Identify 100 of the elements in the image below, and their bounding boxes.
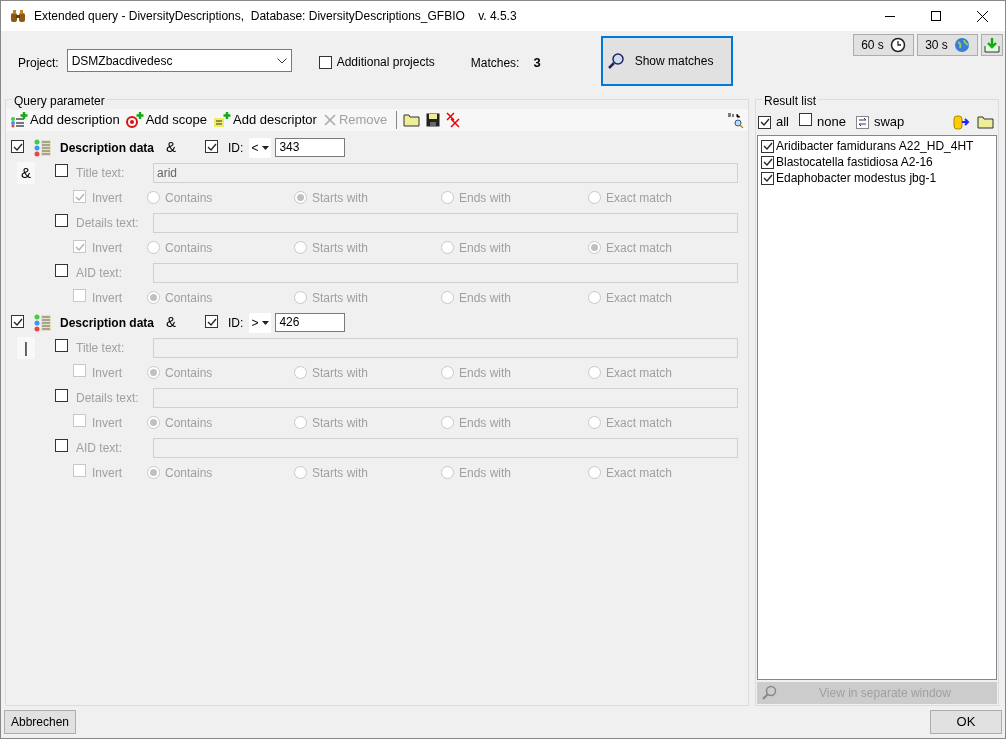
radio-button[interactable] bbox=[294, 416, 307, 429]
link-operator[interactable]: | bbox=[17, 336, 35, 359]
radio-label: Exact match bbox=[606, 364, 673, 382]
text-input[interactable] bbox=[153, 337, 738, 358]
radio-button[interactable] bbox=[147, 241, 160, 254]
folder-icon[interactable] bbox=[403, 113, 421, 127]
radio-button[interactable] bbox=[147, 366, 160, 379]
radio-button[interactable] bbox=[588, 241, 601, 254]
radio-button[interactable] bbox=[588, 416, 601, 429]
clear-icon[interactable] bbox=[446, 112, 461, 128]
text-input[interactable] bbox=[153, 387, 738, 408]
toolbar-button[interactable]: Add description bbox=[10, 110, 120, 130]
folder-icon[interactable] bbox=[977, 115, 994, 129]
radio-button[interactable] bbox=[294, 291, 307, 304]
checkbox[interactable] bbox=[205, 140, 219, 153]
radio-button[interactable] bbox=[588, 366, 601, 379]
checkbox[interactable] bbox=[799, 113, 812, 127]
invert-label: Invert bbox=[92, 414, 123, 432]
radio-button[interactable] bbox=[588, 466, 601, 479]
checkbox[interactable] bbox=[11, 140, 24, 153]
id-input[interactable]: 343 bbox=[275, 138, 346, 157]
list-plus-icon bbox=[10, 112, 28, 128]
text-input[interactable] bbox=[153, 262, 738, 283]
target-plus-icon bbox=[125, 112, 144, 128]
timer-button[interactable]: 30 s bbox=[917, 34, 978, 56]
save-icon[interactable] bbox=[426, 113, 441, 127]
operator-text[interactable]: & bbox=[166, 311, 181, 334]
radio-button[interactable] bbox=[147, 416, 160, 429]
radio-button[interactable] bbox=[294, 241, 307, 254]
toolbar-button[interactable]: Add scope bbox=[125, 110, 208, 130]
radio-button[interactable] bbox=[147, 291, 160, 304]
radio-button[interactable] bbox=[147, 466, 160, 479]
text-input[interactable] bbox=[153, 437, 738, 458]
radio-label: Starts with bbox=[312, 464, 368, 482]
text-input[interactable] bbox=[153, 212, 738, 233]
cancel-button[interactable]: Abbrechen bbox=[4, 710, 76, 734]
text-input[interactable]: arid bbox=[153, 162, 738, 183]
radio-label: Contains bbox=[165, 364, 213, 382]
radio-button[interactable] bbox=[441, 291, 454, 304]
radio-button[interactable] bbox=[294, 366, 307, 379]
checkbox[interactable] bbox=[55, 438, 68, 452]
radio-button[interactable] bbox=[441, 466, 454, 479]
radio-button[interactable] bbox=[588, 191, 601, 204]
field-label: Details text: bbox=[76, 389, 140, 407]
result-item[interactable]: Edaphobacter modestus jbg-1 bbox=[776, 169, 937, 187]
database-arrow-icon[interactable] bbox=[953, 114, 971, 130]
invert-label: Invert bbox=[92, 189, 123, 207]
sql-search-icon[interactable] bbox=[726, 112, 744, 128]
radio-button[interactable] bbox=[441, 416, 454, 429]
export-button[interactable] bbox=[981, 34, 1003, 56]
checkbox[interactable] bbox=[761, 171, 774, 185]
radio-button[interactable] bbox=[441, 191, 454, 204]
id-input[interactable]: 426 bbox=[275, 313, 346, 332]
checkbox[interactable] bbox=[55, 163, 68, 177]
radio-label: Starts with bbox=[312, 239, 368, 257]
swap-icon[interactable] bbox=[855, 115, 869, 129]
field-label: Title text: bbox=[76, 164, 126, 182]
radio-label: Contains bbox=[165, 414, 213, 432]
radio-button[interactable] bbox=[588, 291, 601, 304]
checkbox[interactable] bbox=[55, 338, 68, 352]
radio-button[interactable] bbox=[294, 466, 307, 479]
all-label[interactable]: all bbox=[776, 112, 789, 132]
show-matches-button[interactable]: Show matches bbox=[600, 36, 733, 86]
link-operator[interactable]: & bbox=[17, 161, 35, 184]
ok-button[interactable]: OK bbox=[930, 710, 1002, 734]
close-icon bbox=[322, 113, 337, 127]
timer-button[interactable]: 60 s bbox=[853, 34, 914, 56]
window-title: Extended query - DiversityDescriptions, Database: DiversityDescriptions_GFBIO v. 4.5.3 bbox=[34, 8, 517, 25]
matches-label: Matches: bbox=[470, 55, 520, 72]
project-dropdown[interactable]: DSMZbacdivedesc bbox=[66, 49, 292, 72]
result-item[interactable]: Blastocatella fastidiosa A2-16 bbox=[776, 153, 933, 171]
descriptor-plus-icon bbox=[213, 112, 232, 128]
toolbar-button[interactable]: Add descriptor bbox=[213, 110, 317, 130]
checkbox[interactable] bbox=[55, 263, 68, 277]
radio-label: Ends with bbox=[459, 239, 512, 257]
field-label: Title text: bbox=[76, 339, 126, 357]
checkbox[interactable] bbox=[55, 213, 68, 227]
none-label[interactable]: none bbox=[817, 112, 846, 132]
checkbox[interactable] bbox=[318, 55, 332, 69]
radio-label: Exact match bbox=[606, 464, 673, 482]
radio-label: Contains bbox=[165, 239, 213, 257]
checkbox[interactable] bbox=[761, 139, 774, 153]
operator-dropdown[interactable]: > bbox=[249, 312, 272, 333]
radio-button[interactable] bbox=[294, 191, 307, 204]
radio-button[interactable] bbox=[441, 241, 454, 254]
group-title: Description data bbox=[60, 314, 155, 332]
caret-icon bbox=[262, 145, 270, 150]
radio-button[interactable] bbox=[441, 366, 454, 379]
operator-dropdown[interactable]: < bbox=[249, 137, 272, 158]
swap-label[interactable]: swap bbox=[873, 112, 905, 132]
operator-text[interactable]: & bbox=[166, 136, 181, 159]
checkbox[interactable] bbox=[758, 115, 771, 129]
radio-label: Ends with bbox=[459, 414, 512, 432]
result-item[interactable]: Aridibacter famidurans A22_HD_4HT bbox=[776, 137, 974, 155]
checkbox[interactable] bbox=[11, 315, 24, 328]
radio-label: Starts with bbox=[312, 189, 368, 207]
checkbox[interactable] bbox=[205, 315, 219, 328]
checkbox[interactable] bbox=[761, 155, 774, 169]
radio-button[interactable] bbox=[147, 191, 160, 204]
checkbox[interactable] bbox=[55, 388, 68, 402]
